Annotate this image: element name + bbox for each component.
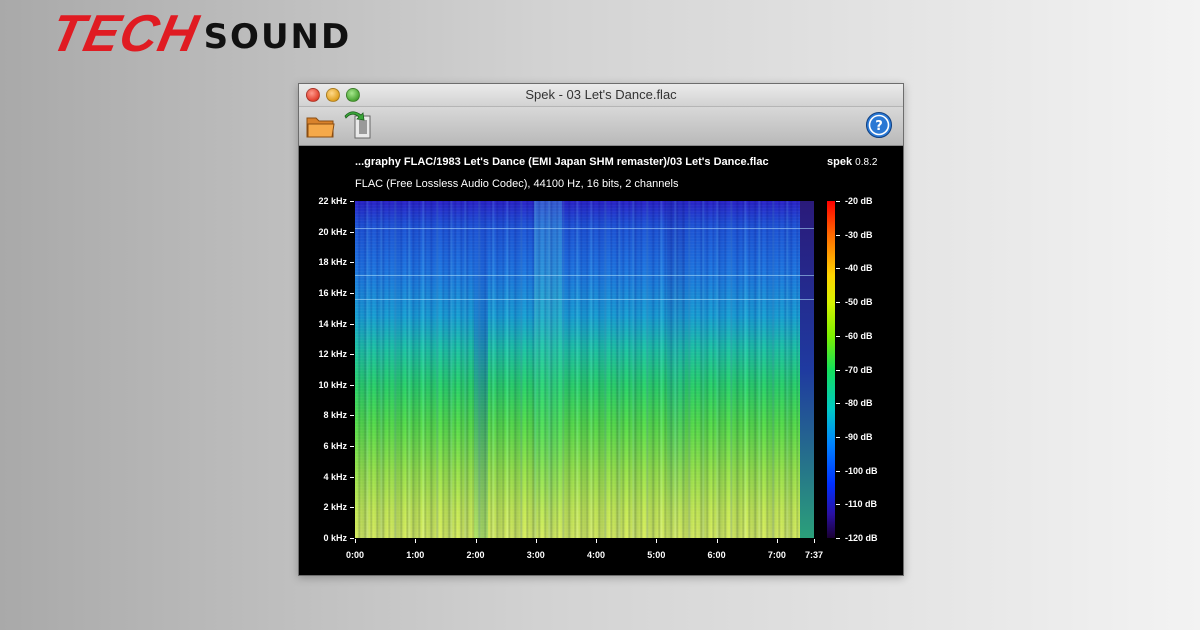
x-axis-tick [716, 539, 718, 543]
x-axis-tick [415, 539, 417, 543]
y-axis-tick [350, 415, 354, 417]
colorbar-label: -60 dB [845, 330, 873, 341]
x-axis-tick [475, 539, 477, 543]
colorbar-tick [836, 268, 840, 270]
colorbar-tick [836, 335, 840, 337]
y-axis-label: 10 kHz [318, 379, 347, 390]
y-axis-tick [350, 384, 354, 386]
y-axis-tick [350, 476, 354, 478]
y-axis-tick [350, 323, 354, 325]
y-axis-label: 14 kHz [318, 318, 347, 329]
spectrogram-panel: ...graphy FLAC/1983 Let's Dance (EMI Jap… [299, 146, 903, 575]
y-axis-tick [350, 354, 354, 356]
y-axis-tick [350, 231, 354, 233]
file-info: FLAC (Free Lossless Audio Codec), 44100 … [355, 178, 679, 190]
svg-text:?: ? [875, 119, 883, 134]
app-name: spek 0.8.2 [827, 156, 877, 168]
colorbar-tick [836, 234, 840, 236]
logo-sound-text: SOUND [203, 17, 352, 57]
colorbar-tick [836, 470, 840, 472]
spectrogram-fadeout [800, 201, 814, 538]
x-axis-label: 7:37 [804, 550, 824, 560]
colorbar-label: -120 dB [845, 533, 878, 543]
spek-window: Spek - 03 Let's Dance.flac ? ...graphy F… [298, 83, 904, 576]
colorbar-tick [836, 504, 840, 506]
x-axis-label: 5:00 [647, 550, 666, 560]
y-axis-label: 16 kHz [318, 287, 347, 298]
spectrogram-highlights [355, 201, 814, 538]
logo-tech-text: TECH [45, 5, 204, 63]
spectrogram-line [355, 275, 814, 277]
x-axis-tick [355, 539, 356, 543]
spectrogram-plot[interactable] [355, 201, 814, 538]
y-axis-label: 2 kHz [323, 502, 347, 513]
x-axis-label: 2:00 [466, 550, 485, 560]
save-icon[interactable] [343, 110, 373, 140]
colorbar-label: -40 dB [845, 263, 873, 274]
app-name-text: spek [827, 156, 853, 168]
spectrogram-line [355, 227, 814, 229]
colorbar-tick [836, 538, 840, 539]
help-icon[interactable]: ? [865, 111, 893, 139]
x-axis-tick [814, 539, 815, 543]
x-axis-tick [776, 539, 778, 543]
x-axis-label: 4:00 [587, 550, 606, 560]
db-colorbar [827, 201, 835, 538]
y-axis-label: 8 kHz [323, 410, 347, 421]
colorbar-label: -50 dB [845, 297, 873, 308]
y-axis-tick [350, 446, 354, 448]
y-axis-tick [350, 262, 354, 264]
colorbar-tick [836, 403, 840, 405]
file-path: ...graphy FLAC/1983 Let's Dance (EMI Jap… [355, 156, 769, 168]
techsound-logo: TECH SOUND [46, 5, 352, 63]
y-axis-tick [350, 538, 354, 539]
colorbar-tick [836, 302, 840, 304]
y-axis-label: 6 kHz [323, 441, 347, 452]
x-axis-label: 1:00 [406, 550, 425, 560]
x-axis-label: 6:00 [707, 550, 726, 560]
y-axis-label: 12 kHz [318, 349, 347, 360]
x-axis-label: 3:00 [526, 550, 545, 560]
colorbar-tick [836, 201, 840, 202]
x-axis-label: 7:00 [767, 550, 786, 560]
app-version: 0.8.2 [855, 157, 878, 168]
y-axis-label: 18 kHz [318, 257, 347, 268]
x-axis-label: 0:00 [345, 550, 365, 560]
colorbar-label: -90 dB [845, 431, 873, 442]
colorbar-tick [836, 436, 840, 438]
window-title: Spek - 03 Let's Dance.flac [525, 87, 677, 102]
spectrogram-line [355, 298, 814, 300]
colorbar-label: -20 dB [845, 196, 873, 206]
folder-icon[interactable] [306, 113, 336, 139]
colorbar-label: -70 dB [845, 364, 873, 375]
x-axis-tick [656, 539, 658, 543]
toolbar: ? [299, 107, 903, 146]
title-bar[interactable]: Spek - 03 Let's Dance.flac [299, 84, 903, 107]
colorbar-label: -100 dB [845, 465, 878, 476]
colorbar-label: -80 dB [845, 398, 873, 409]
colorbar-label: -110 dB [845, 499, 878, 510]
colorbar-label: -30 dB [845, 229, 873, 240]
x-axis-tick [596, 539, 598, 543]
y-axis-label: 22 kHz [318, 196, 347, 206]
y-axis-label: 4 kHz [323, 471, 347, 482]
colorbar-tick [836, 369, 840, 371]
y-axis-label: 0 kHz [323, 533, 347, 543]
y-axis-label: 20 kHz [318, 226, 347, 237]
x-axis-tick [535, 539, 537, 543]
y-axis-tick [350, 201, 354, 202]
y-axis-tick [350, 507, 354, 509]
y-axis-tick [350, 292, 354, 294]
